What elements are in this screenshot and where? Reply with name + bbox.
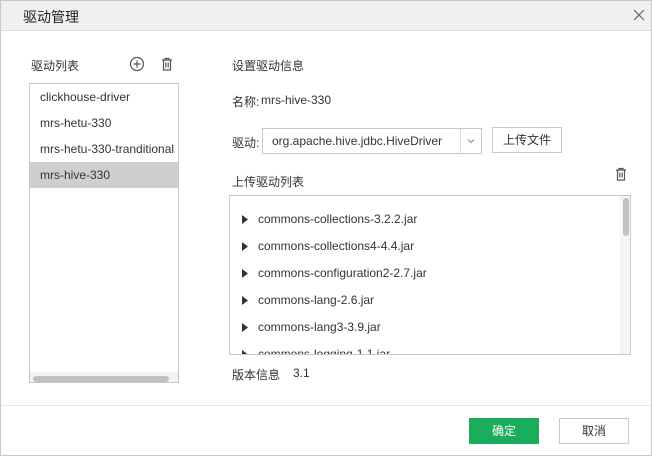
version-value: 3.1 [293,366,310,380]
driver-list[interactable]: clickhouse-driver mrs-hetu-330 mrs-hetu-… [29,83,179,383]
driver-info-section-title: 设置驱动信息 [232,59,305,73]
jar-name: commons-logging-1.1.jar [258,347,391,355]
confirm-button[interactable]: 确定 [469,418,539,444]
name-value: mrs-hive-330 [261,93,332,107]
select-divider [460,129,461,153]
chevron-down-icon [467,139,475,144]
upload-file-button[interactable]: 上传文件 [492,127,562,153]
driver-item-clickhouse[interactable]: clickhouse-driver [30,84,178,110]
horizontal-scrollbar-thumb[interactable] [33,376,169,382]
caret-right-icon[interactable] [242,215,248,224]
driver-item-mrs-hetu[interactable]: mrs-hetu-330 [30,110,178,136]
jar-item[interactable]: commons-logging-1.1.jar [230,341,620,355]
jar-name: commons-lang3-3.9.jar [258,320,381,334]
plus-circle-icon[interactable] [129,56,145,72]
caret-right-icon[interactable] [242,269,248,278]
driver-item-mrs-hetu-tranditional[interactable]: mrs-hetu-330-tranditional [30,136,178,162]
dialog-title: 驱动管理 [23,9,79,25]
driver-class-select[interactable]: org.apache.hive.jdbc.HiveDriver [262,128,482,154]
caret-right-icon[interactable] [242,242,248,251]
driver-class-value: org.apache.hive.jdbc.HiveDriver [272,134,443,148]
caret-right-icon[interactable] [242,323,248,332]
jar-name: commons-collections4-4.4.jar [258,239,415,253]
jar-name: commons-collections-3.2.2.jar [258,212,418,226]
dialog-titlebar: 驱动管理 [1,1,651,31]
driver-item-mrs-hive[interactable]: mrs-hive-330 [30,162,178,188]
trash-icon[interactable] [159,56,175,72]
jar-item[interactable]: commons-lang-2.6.jar [230,287,620,314]
close-icon[interactable] [631,7,647,23]
name-label: 名称: [232,95,260,109]
caret-right-icon[interactable] [242,296,248,305]
caret-right-icon[interactable] [242,350,248,355]
jar-name: commons-lang-2.6.jar [258,293,375,307]
cancel-button[interactable]: 取消 [559,418,629,444]
dialog-footer [1,405,651,455]
vertical-scrollbar-thumb[interactable] [623,198,629,236]
jar-item[interactable]: commons-collections-3.2.2.jar [230,206,620,233]
jar-item[interactable]: commons-configuration2-2.7.jar [230,260,620,287]
driver-class-label: 驱动: [232,136,260,150]
jar-item[interactable]: commons-lang3-3.9.jar [230,314,620,341]
trash-icon[interactable] [613,166,629,182]
driver-management-dialog: 驱动管理 驱动列表 clickhouse-driver mrs-hetu-330… [0,0,652,456]
version-label: 版本信息 [232,368,281,382]
uploaded-jar-list[interactable]: commons-collections-3.2.2.jar commons-co… [229,195,631,355]
jar-name: commons-configuration2-2.7.jar [258,266,427,280]
upload-list-label: 上传驱动列表 [232,175,305,189]
driver-list-label: 驱动列表 [31,59,80,73]
jar-item[interactable]: commons-collections4-4.4.jar [230,233,620,260]
